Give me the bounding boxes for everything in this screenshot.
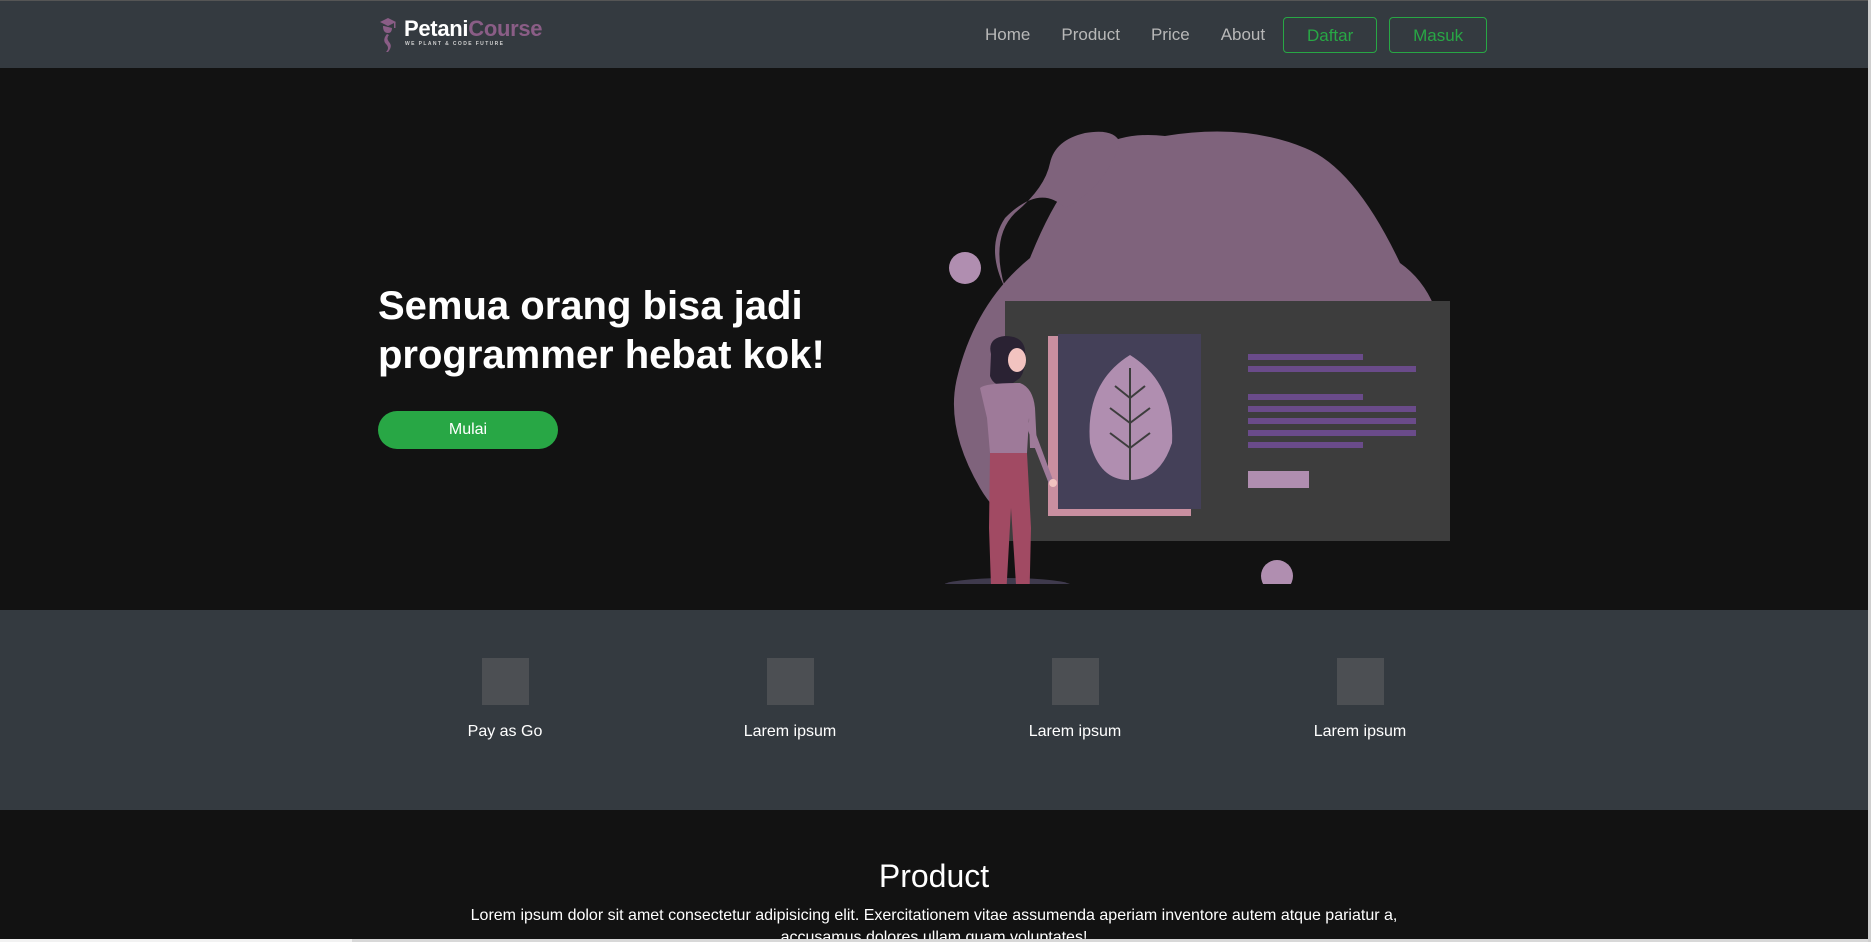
feature-item: Larem ipsum xyxy=(710,658,870,741)
feature-label: Larem ipsum xyxy=(743,723,837,740)
decor-circle-bottom xyxy=(1261,560,1293,584)
decor-circle-top xyxy=(949,252,981,284)
presentation-illustration xyxy=(945,131,1450,584)
nav-link-product[interactable]: Product xyxy=(1061,17,1120,53)
login-button[interactable]: Masuk xyxy=(1389,17,1488,53)
feature-label: Larem ipsum xyxy=(1313,723,1407,740)
nav-link-home[interactable]: Home xyxy=(985,17,1030,53)
feature-item: Larem ipsum xyxy=(995,658,1155,741)
person-shadow xyxy=(945,578,1070,584)
hero-title: Semua orang bisa jadi programmer hebat k… xyxy=(378,284,825,377)
nav-links: Home Product Price About Daftar Masuk xyxy=(985,17,1488,53)
product-title: Product xyxy=(878,858,990,894)
feature-item: Larem ipsum xyxy=(1280,658,1440,741)
page: PetaniCourse WE PLANT & CODE FUTURE Home… xyxy=(0,0,1871,942)
feature-item: Pay as Go xyxy=(425,658,585,741)
feature-label: Larem ipsum xyxy=(1028,723,1122,740)
placeholder-icon xyxy=(766,658,814,705)
start-button[interactable]: Mulai xyxy=(378,411,558,449)
features-section: Pay as Go Larem ipsum Larem ipsum Larem … xyxy=(0,610,1868,810)
brand-name: PetaniCourse xyxy=(404,16,543,41)
placeholder-icon xyxy=(481,658,529,705)
feature-label: Pay as Go xyxy=(467,723,543,740)
nav-link-about[interactable]: About xyxy=(1221,17,1265,53)
register-button[interactable]: Daftar xyxy=(1283,17,1378,53)
product-description: Lorem ipsum dolor sit amet consectetur a… xyxy=(470,907,1398,942)
placeholder-icon xyxy=(1051,658,1099,705)
placeholder-icon xyxy=(1336,658,1384,705)
product-section: Product Lorem ipsum dolor sit amet conse… xyxy=(0,810,1868,942)
hero-section: Semua orang bisa jadi programmer hebat k… xyxy=(0,68,1868,610)
brand-tagline: WE PLANT & CODE FUTURE xyxy=(405,41,505,47)
nav-link-price[interactable]: Price xyxy=(1151,17,1190,53)
farmer-logo-icon xyxy=(380,18,396,52)
brand-logo-link[interactable]: PetaniCourse WE PLANT & CODE FUTURE xyxy=(378,16,543,52)
navbar: PetaniCourse WE PLANT & CODE FUTURE Home… xyxy=(0,0,1868,69)
